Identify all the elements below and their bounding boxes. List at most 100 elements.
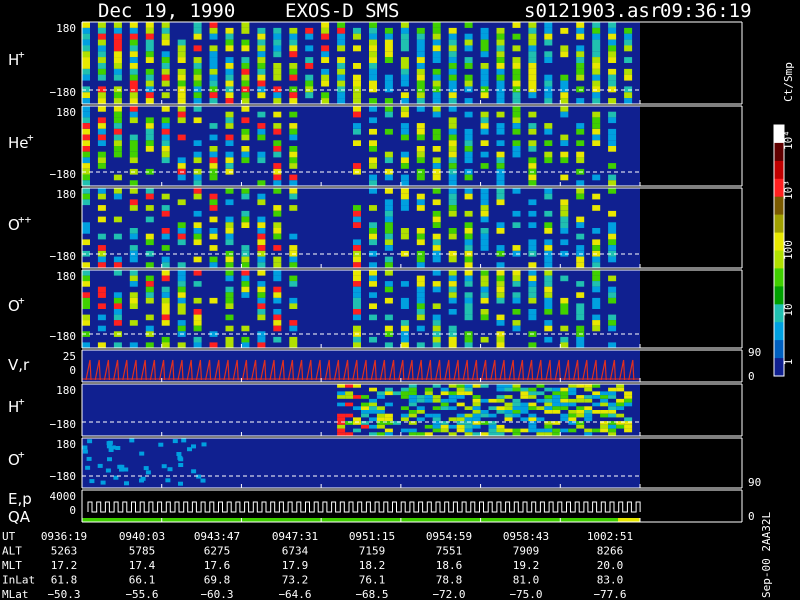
heatmap-cell <box>384 74 393 81</box>
heatmap-cell <box>400 134 409 141</box>
heatmap-cell <box>416 395 425 399</box>
heatmap-cell <box>608 188 617 194</box>
heatmap-cell <box>241 245 250 251</box>
heatmap-cell <box>400 193 409 200</box>
heatmap-cell <box>448 39 457 46</box>
heatmap-cell <box>225 222 234 228</box>
heatmap-cell <box>257 128 266 135</box>
heatmap-cell <box>504 402 513 407</box>
heatmap-cell <box>257 239 266 246</box>
heatmap-cell <box>241 193 250 200</box>
heatmap-cell <box>416 174 425 181</box>
heatmap-cell <box>129 205 138 211</box>
heatmap-cell <box>82 297 90 304</box>
heatmap-cell <box>400 63 409 69</box>
heatmap-cell <box>432 342 441 348</box>
heatmap-cell <box>129 292 138 298</box>
heatmap-cell <box>576 395 585 399</box>
heatmap-cell <box>544 428 553 433</box>
heatmap-cell <box>480 92 489 99</box>
heatmap-cell <box>161 228 170 234</box>
heatmap-cell <box>273 151 282 158</box>
heatmap-cell <box>560 98 569 104</box>
footer-value: −64.6 <box>278 588 311 600</box>
heatmap-cell <box>432 320 441 326</box>
heatmap-cell <box>209 245 218 251</box>
heatmap-cell <box>273 33 282 40</box>
heatmap-cell <box>568 398 577 403</box>
heatmap-cell <box>448 63 457 69</box>
heatmap-cell <box>225 68 234 75</box>
colorbar-tick: 10³ <box>782 180 795 200</box>
heatmap-cell <box>400 33 409 40</box>
heatmap-cell <box>273 262 282 268</box>
heatmap-cell <box>321 80 330 87</box>
heatmap-cell <box>504 417 513 422</box>
heatmap-cell <box>241 281 250 287</box>
charge-label: + <box>18 48 25 61</box>
heatmap-cell <box>376 432 385 436</box>
heatmap-cell <box>337 428 346 433</box>
heatmap-cell <box>512 410 521 414</box>
heatmap-cell <box>400 320 409 326</box>
heatmap-cell <box>496 163 505 169</box>
heatmap-cell <box>544 286 553 293</box>
heatmap-cell <box>384 228 393 234</box>
heatmap-cell <box>369 292 377 298</box>
heatmap-cell <box>400 395 409 399</box>
heatmap-cell <box>193 325 202 332</box>
heatmap-cell <box>82 314 90 321</box>
footer-value: 5263 <box>51 545 78 558</box>
heatmap-cell <box>273 275 282 282</box>
colorbar-segment <box>774 214 784 234</box>
heatmap-cell <box>113 86 122 93</box>
heatmap-cell <box>560 275 569 282</box>
heatmap-cell <box>86 456 92 461</box>
heatmap-cell <box>544 410 553 414</box>
heatmap-cell <box>432 157 441 164</box>
heatmap-cell <box>480 216 489 223</box>
heatmap-cell <box>129 92 138 99</box>
heatmap-cell <box>416 134 425 141</box>
heatmap-cell <box>82 445 88 450</box>
heatmap-cell <box>177 455 183 460</box>
heatmap-cell <box>464 309 473 315</box>
heatmap-cell <box>576 22 585 28</box>
footer-value: 6734 <box>282 545 309 558</box>
heatmap-cell <box>576 193 585 200</box>
heatmap-cell <box>384 98 393 104</box>
heatmap-cell <box>257 245 266 251</box>
heatmap-cell <box>177 297 186 304</box>
heatmap-cell <box>273 74 282 81</box>
heatmap-cell <box>528 45 537 52</box>
heatmap-cell <box>209 27 218 34</box>
right-tick-bottom: 90 <box>748 476 761 489</box>
heatmap-cell <box>353 92 361 99</box>
heatmap-cell <box>464 239 473 246</box>
heatmap-cell <box>113 151 122 158</box>
heatmap-cell <box>113 303 122 309</box>
heatmap-cell <box>82 111 90 118</box>
heatmap-cell <box>600 395 609 399</box>
heatmap-cell <box>592 245 601 251</box>
heatmap-cell <box>177 275 186 282</box>
heatmap-cell <box>241 98 250 104</box>
heatmap-cell <box>496 424 505 429</box>
heatmap-cell <box>209 342 218 348</box>
heatmap-cell <box>544 140 553 146</box>
heatmap-cell <box>209 262 218 268</box>
heatmap-cell <box>496 174 505 181</box>
heatmap-cell <box>600 391 609 396</box>
heatmap-cell <box>400 98 409 104</box>
heatmap-cell <box>289 297 298 304</box>
heatmap-cell <box>161 80 170 87</box>
heatmap-cell <box>416 262 425 268</box>
heatmap-cell <box>592 174 601 181</box>
heatmap-cell <box>496 92 505 99</box>
heatmap-cell <box>544 33 553 40</box>
heatmap-cell <box>592 98 601 104</box>
heatmap-cell <box>432 74 441 81</box>
heatmap-cell <box>528 245 537 251</box>
heatmap-cell <box>528 51 537 58</box>
heatmap-cell <box>400 199 409 206</box>
